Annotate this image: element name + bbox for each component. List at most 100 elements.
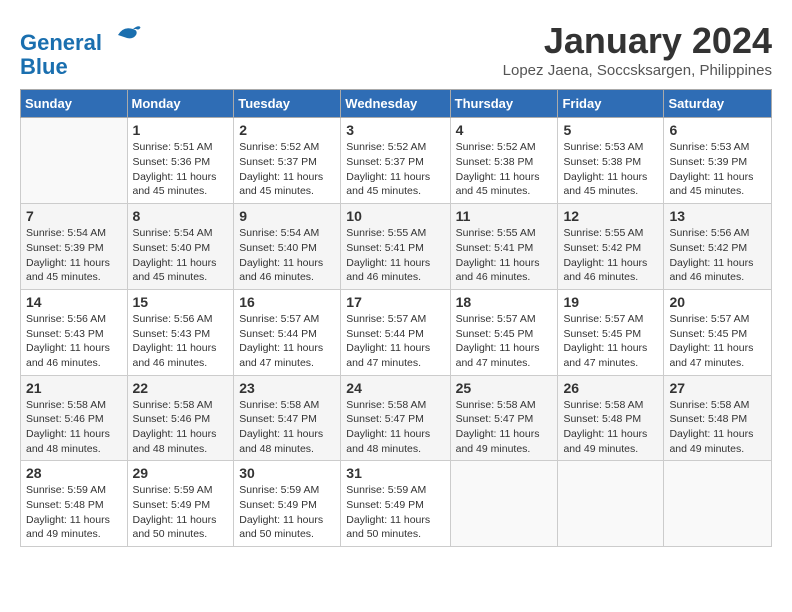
calendar-cell [558,461,664,547]
day-number: 23 [239,380,335,396]
header-sunday: Sunday [21,90,128,118]
header-row: Sunday Monday Tuesday Wednesday Thursday… [21,90,772,118]
day-info: Sunrise: 5:56 AM Sunset: 5:43 PM Dayligh… [26,312,122,371]
day-number: 9 [239,208,335,224]
day-number: 4 [456,122,553,138]
day-info: Sunrise: 5:58 AM Sunset: 5:47 PM Dayligh… [239,398,335,457]
day-number: 10 [346,208,444,224]
day-info: Sunrise: 5:56 AM Sunset: 5:42 PM Dayligh… [669,226,766,285]
day-number: 21 [26,380,122,396]
day-number: 26 [563,380,658,396]
calendar-cell: 16Sunrise: 5:57 AM Sunset: 5:44 PM Dayli… [234,289,341,375]
day-number: 7 [26,208,122,224]
day-number: 29 [133,465,229,481]
day-number: 5 [563,122,658,138]
week-row-1: 1 Sunrise: 5:51 AM Sunset: 5:36 PM Daylig… [21,118,772,204]
header-thursday: Thursday [450,90,558,118]
day-info: Sunrise: 5:54 AM Sunset: 5:40 PM Dayligh… [133,226,229,285]
day-number: 3 [346,122,444,138]
day-number: 14 [26,294,122,310]
day-number: 31 [346,465,444,481]
calendar-cell: 18 Sunrise: 5:57 AM Sunset: 5:45 PM Dayli… [450,289,558,375]
day-number: 24 [346,380,444,396]
calendar-cell: 23 Sunrise: 5:58 AM Sunset: 5:47 PM Dayli… [234,375,341,461]
week-row-3: 14 Sunrise: 5:56 AM Sunset: 5:43 PM Dayli… [21,289,772,375]
day-number: 27 [669,380,766,396]
day-info: Sunrise: 5:59 AM Sunset: 5:48 PM Dayligh… [26,483,122,542]
calendar-cell: 13 Sunrise: 5:56 AM Sunset: 5:42 PM Dayli… [664,204,772,290]
day-info: Sunrise: 5:51 AM Sunset: 5:36 PM Dayligh… [133,140,229,199]
day-number: 18 [456,294,553,310]
calendar-header: Sunday Monday Tuesday Wednesday Thursday… [21,90,772,118]
day-number: 8 [133,208,229,224]
day-number: 1 [133,122,229,138]
calendar-cell: 12 Sunrise: 5:55 AM Sunset: 5:42 PM Dayli… [558,204,664,290]
day-number: 28 [26,465,122,481]
day-info: Sunrise: 5:52 AM Sunset: 5:37 PM Dayligh… [346,140,444,199]
day-info: Sunrise: 5:53 AM Sunset: 5:38 PM Dayligh… [563,140,658,199]
day-info: Sunrise: 5:56 AM Sunset: 5:43 PM Dayligh… [133,312,229,371]
calendar-cell: 28 Sunrise: 5:59 AM Sunset: 5:48 PM Dayli… [21,461,128,547]
header-wednesday: Wednesday [341,90,450,118]
logo-text: General Blue [20,20,142,79]
calendar-body: 1 Sunrise: 5:51 AM Sunset: 5:36 PM Daylig… [21,118,772,547]
day-info: Sunrise: 5:57 AM Sunset: 5:45 PM Dayligh… [563,312,658,371]
calendar-cell: 25 Sunrise: 5:58 AM Sunset: 5:47 PM Dayli… [450,375,558,461]
day-info: Sunrise: 5:58 AM Sunset: 5:46 PM Dayligh… [26,398,122,457]
day-info: Sunrise: 5:58 AM Sunset: 5:47 PM Dayligh… [346,398,444,457]
day-info: Sunrise: 5:55 AM Sunset: 5:42 PM Dayligh… [563,226,658,285]
calendar-cell: 8 Sunrise: 5:54 AM Sunset: 5:40 PM Daylig… [127,204,234,290]
calendar-cell [450,461,558,547]
calendar-cell: 24 Sunrise: 5:58 AM Sunset: 5:47 PM Dayli… [341,375,450,461]
calendar-cell: 26 Sunrise: 5:58 AM Sunset: 5:48 PM Dayli… [558,375,664,461]
calendar-cell: 9Sunrise: 5:54 AM Sunset: 5:40 PM Daylig… [234,204,341,290]
calendar-cell: 30 Sunrise: 5:59 AM Sunset: 5:49 PM Dayli… [234,461,341,547]
day-info: Sunrise: 5:53 AM Sunset: 5:39 PM Dayligh… [669,140,766,199]
title-section: January 2024 Lopez Jaena, Soccsksargen, … [503,20,772,79]
day-number: 12 [563,208,658,224]
calendar-cell: 6 Sunrise: 5:53 AM Sunset: 5:39 PM Daylig… [664,118,772,204]
calendar-cell: 14 Sunrise: 5:56 AM Sunset: 5:43 PM Dayli… [21,289,128,375]
day-info: Sunrise: 5:59 AM Sunset: 5:49 PM Dayligh… [346,483,444,542]
day-number: 15 [133,294,229,310]
calendar-cell: 17 Sunrise: 5:57 AM Sunset: 5:44 PM Dayli… [341,289,450,375]
day-number: 17 [346,294,444,310]
logo-bird-icon [112,20,142,50]
week-row-2: 7Sunrise: 5:54 AM Sunset: 5:39 PM Daylig… [21,204,772,290]
day-number: 13 [669,208,766,224]
calendar-cell: 5 Sunrise: 5:53 AM Sunset: 5:38 PM Daylig… [558,118,664,204]
calendar-cell: 20 Sunrise: 5:57 AM Sunset: 5:45 PM Dayli… [664,289,772,375]
day-info: Sunrise: 5:57 AM Sunset: 5:45 PM Dayligh… [456,312,553,371]
day-number: 20 [669,294,766,310]
day-number: 19 [563,294,658,310]
calendar-table: Sunday Monday Tuesday Wednesday Thursday… [20,89,772,547]
calendar-cell [664,461,772,547]
day-info: Sunrise: 5:57 AM Sunset: 5:44 PM Dayligh… [346,312,444,371]
day-number: 11 [456,208,553,224]
week-row-4: 21 Sunrise: 5:58 AM Sunset: 5:46 PM Dayli… [21,375,772,461]
day-info: Sunrise: 5:57 AM Sunset: 5:45 PM Dayligh… [669,312,766,371]
calendar-cell: 27Sunrise: 5:58 AM Sunset: 5:48 PM Dayli… [664,375,772,461]
day-info: Sunrise: 5:58 AM Sunset: 5:47 PM Dayligh… [456,398,553,457]
logo: General Blue [20,20,142,79]
day-info: Sunrise: 5:52 AM Sunset: 5:37 PM Dayligh… [239,140,335,199]
month-title: January 2024 [503,20,772,62]
day-info: Sunrise: 5:58 AM Sunset: 5:48 PM Dayligh… [563,398,658,457]
day-number: 30 [239,465,335,481]
calendar-cell: 2Sunrise: 5:52 AM Sunset: 5:37 PM Daylig… [234,118,341,204]
calendar-cell: 4 Sunrise: 5:52 AM Sunset: 5:38 PM Daylig… [450,118,558,204]
day-number: 22 [133,380,229,396]
day-info: Sunrise: 5:59 AM Sunset: 5:49 PM Dayligh… [239,483,335,542]
calendar-cell: 19 Sunrise: 5:57 AM Sunset: 5:45 PM Dayli… [558,289,664,375]
day-info: Sunrise: 5:57 AM Sunset: 5:44 PM Dayligh… [239,312,335,371]
page-header: General Blue January 2024 Lopez Jaena, S… [20,20,772,79]
calendar-cell: 15 Sunrise: 5:56 AM Sunset: 5:43 PM Dayli… [127,289,234,375]
day-number: 6 [669,122,766,138]
calendar-cell: 31 Sunrise: 5:59 AM Sunset: 5:49 PM Dayli… [341,461,450,547]
location-title: Lopez Jaena, Soccsksargen, Philippines [503,62,772,79]
calendar-cell: 21 Sunrise: 5:58 AM Sunset: 5:46 PM Dayli… [21,375,128,461]
day-info: Sunrise: 5:52 AM Sunset: 5:38 PM Dayligh… [456,140,553,199]
week-row-5: 28 Sunrise: 5:59 AM Sunset: 5:48 PM Dayli… [21,461,772,547]
calendar-cell: 7Sunrise: 5:54 AM Sunset: 5:39 PM Daylig… [21,204,128,290]
day-number: 25 [456,380,553,396]
